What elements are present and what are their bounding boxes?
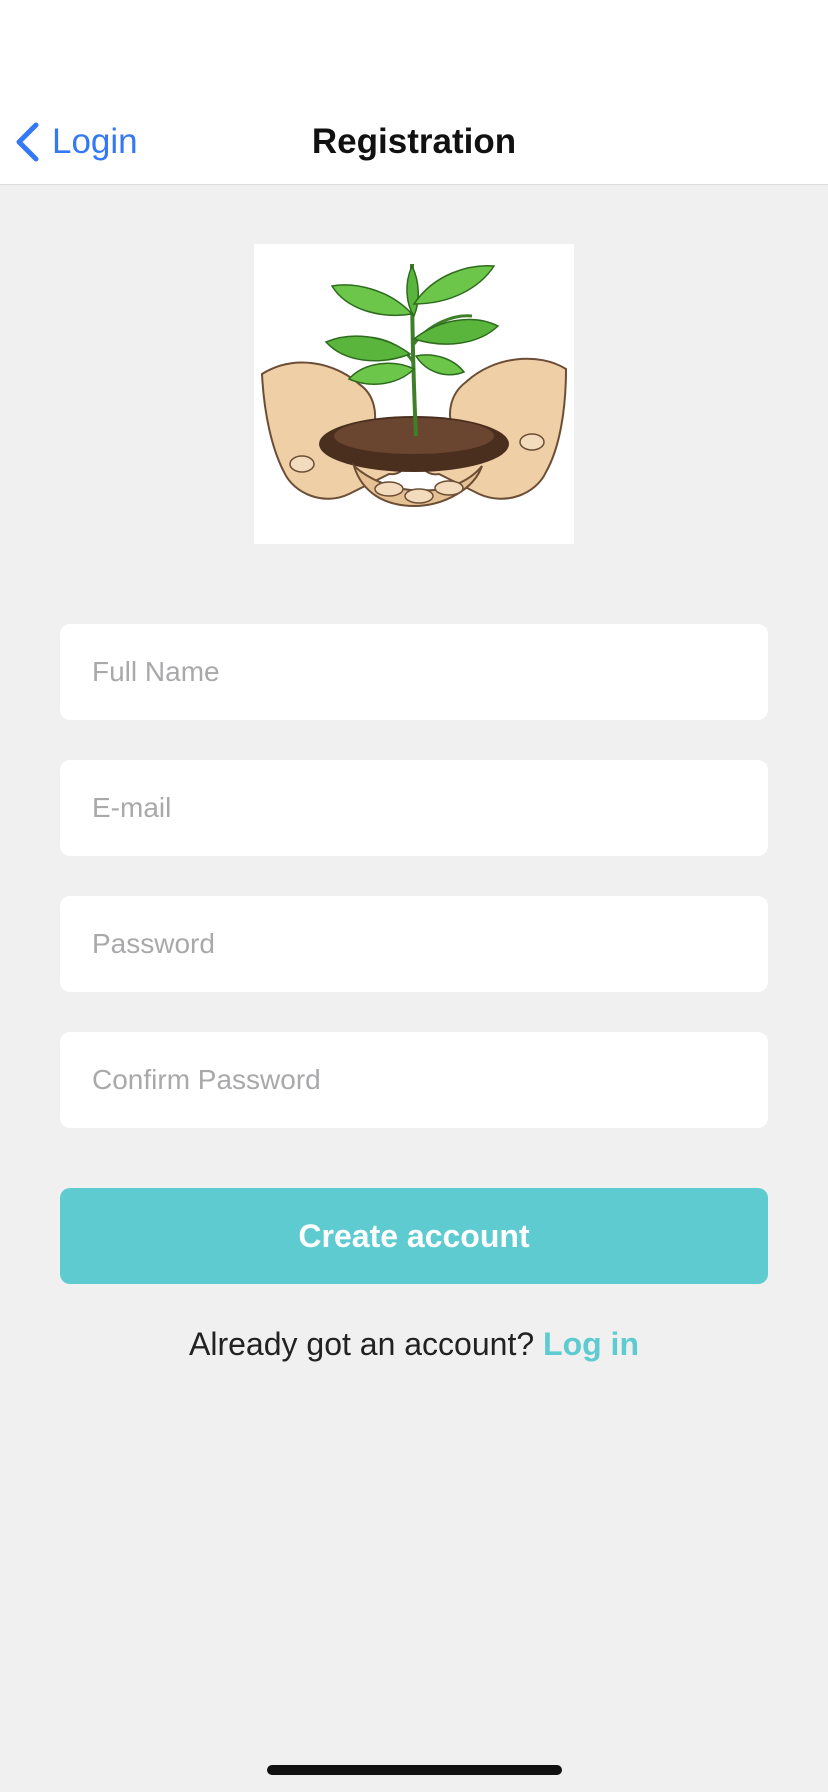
full-name-field[interactable] (60, 624, 768, 720)
password-field[interactable] (60, 896, 768, 992)
registration-screen: Login Registration Full Name E-mail Crea… (0, 0, 828, 1792)
home-indicator[interactable] (267, 1765, 562, 1775)
create-account-button[interactable]: Create account (60, 1188, 768, 1284)
hands-holding-seedling-icon (260, 263, 568, 508)
confirm-password-input[interactable] (92, 1032, 736, 1128)
login-prompt-text: Already got an account? (189, 1326, 535, 1362)
log-in-link[interactable]: Log in (543, 1326, 639, 1362)
email-input[interactable] (92, 760, 736, 856)
login-prompt: Already got an account? Log in (0, 1320, 828, 1368)
confirm-password-field[interactable] (60, 1032, 768, 1128)
page-title: Registration (311, 122, 517, 161)
full-name-input[interactable] (92, 624, 736, 720)
email-field[interactable] (60, 760, 768, 856)
app-logo-image (254, 244, 574, 544)
password-input[interactable] (92, 896, 736, 992)
navigation-bar: Login Registration (0, 0, 828, 185)
